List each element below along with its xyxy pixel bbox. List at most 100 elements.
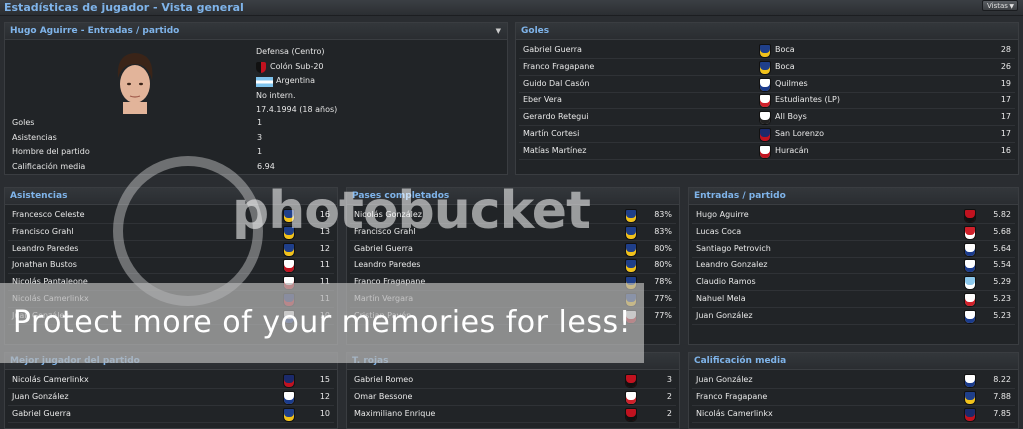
player-name[interactable]: Nicolás Camerlinkx xyxy=(696,406,773,422)
player-name[interactable]: Omar Bessone xyxy=(354,389,412,405)
player-name[interactable]: Nicolás González xyxy=(354,207,422,223)
player-name[interactable]: Eber Vera xyxy=(523,92,562,108)
stat-value: 26 xyxy=(1000,61,1011,71)
player-name[interactable]: Gerardo Retegui xyxy=(523,109,589,125)
player-name[interactable]: Juan González xyxy=(696,372,753,388)
player-name[interactable]: Franco Fragapane xyxy=(696,389,767,405)
table-row[interactable]: Martín Cortesi San Lorenzo 17 xyxy=(519,126,1015,143)
table-row[interactable]: Omar Bessone 2 xyxy=(350,389,676,406)
team-name[interactable]: Boca xyxy=(775,42,795,58)
stat-value: 2 xyxy=(666,391,672,401)
stat-value: 83% xyxy=(654,210,672,219)
stat-value: 12 xyxy=(319,391,330,401)
table-row[interactable]: Maximiliano Enrique 2 xyxy=(350,406,676,423)
stat-value: 28 xyxy=(1000,45,1011,54)
player-stat-row: Calificación media 6.94 xyxy=(8,160,308,175)
table-row[interactable]: Francisco Grahl 83% xyxy=(350,224,676,241)
player-name[interactable]: Claudio Ramos xyxy=(696,274,756,290)
boca-crest-icon xyxy=(964,390,976,405)
player-nationality[interactable]: Argentina xyxy=(256,74,337,89)
assists-panel-title: Asistencias xyxy=(5,188,337,205)
player-name[interactable]: Francesco Celeste xyxy=(12,207,84,223)
player-name[interactable]: Lucas Coca xyxy=(696,224,741,240)
player-name[interactable]: Gabriel Guerra xyxy=(523,42,582,58)
table-row[interactable]: Leandro Gonzalez 5.54 xyxy=(692,257,1015,275)
table-row[interactable]: Nicolás Camerlinkx 7.85 xyxy=(692,406,1015,423)
player-name[interactable]: Jonathan Bustos xyxy=(12,257,77,273)
table-row[interactable]: Gabriel Guerra 10 xyxy=(8,406,334,423)
player-name[interactable]: Martín Cortesi xyxy=(523,126,579,142)
team-name[interactable]: Quilmes xyxy=(775,76,808,92)
player-position: Defensa (Centro) xyxy=(256,47,325,56)
table-row[interactable]: Nicolás González 83% xyxy=(350,207,676,224)
table-row[interactable]: Gabriel Romeo 3 xyxy=(350,372,676,389)
table-row[interactable]: Matías Martínez Huracán 16 xyxy=(519,143,1015,160)
team-name[interactable]: Boca xyxy=(775,59,795,75)
player-name[interactable]: Juan González xyxy=(12,389,69,405)
stat-label: Hombre del partido xyxy=(12,147,90,156)
table-row[interactable]: Franco Fragapane 7.88 xyxy=(692,389,1015,406)
stat-value: 77% xyxy=(654,294,672,303)
player-name[interactable]: Santiago Petrovich xyxy=(696,241,771,257)
player-name[interactable]: Leandro Paredes xyxy=(354,257,420,273)
player-name[interactable]: Guido Dal Casón xyxy=(523,76,589,92)
table-row[interactable]: Jonathan Bustos 11 xyxy=(8,257,334,275)
table-row[interactable]: Gabriel Guerra Boca 28 xyxy=(519,42,1015,59)
player-name[interactable]: Francisco Grahl xyxy=(354,224,416,240)
stat-value: 17 xyxy=(1000,129,1011,138)
top-bar: Estadísticas de jugador - Vista general … xyxy=(0,0,1023,16)
velez-crest-icon xyxy=(964,374,976,388)
table-row[interactable]: Franco Fragapane Boca 26 xyxy=(519,59,1015,76)
table-row[interactable]: Santiago Petrovich 5.64 xyxy=(692,241,1015,258)
stat-value: 5.23 xyxy=(993,310,1011,320)
player-name[interactable]: Gabriel Romeo xyxy=(354,372,413,388)
table-row[interactable]: Lucas Coca 5.68 xyxy=(692,224,1015,241)
table-row[interactable]: Gabriel Guerra 80% xyxy=(350,241,676,258)
player-name[interactable]: Franco Fragapane xyxy=(523,59,594,75)
player-name[interactable]: Nahuel Mela xyxy=(696,291,746,307)
sanlorenzo-crest-icon xyxy=(759,128,771,142)
player-name[interactable]: Leandro Gonzalez xyxy=(696,257,767,273)
table-row[interactable]: Guido Dal Casón Quilmes 19 xyxy=(519,76,1015,93)
team-name[interactable]: San Lorenzo xyxy=(775,126,824,142)
table-row[interactable]: Eber Vera Estudiantes (LP) 17 xyxy=(519,92,1015,110)
table-row[interactable]: Claudio Ramos 5.29 xyxy=(692,274,1015,292)
stat-value: 80% xyxy=(654,243,672,253)
player-club[interactable]: Colón Sub-20 xyxy=(256,60,337,75)
views-dropdown[interactable]: Vistas ▼ xyxy=(982,0,1018,11)
player-name[interactable]: Juan González xyxy=(696,308,753,324)
panel-menu-icon[interactable]: ▼ xyxy=(496,23,501,39)
table-row[interactable]: Nicolás Camerlinkx 15 xyxy=(8,372,334,389)
table-row[interactable]: Leandro Paredes 12 xyxy=(8,241,334,258)
table-row[interactable]: Juan González 8.22 xyxy=(692,372,1015,389)
player-name[interactable]: Matías Martínez xyxy=(523,143,586,159)
stat-value: 5.29 xyxy=(993,277,1011,287)
table-row[interactable]: Francesco Celeste 16 xyxy=(8,207,334,224)
table-row[interactable]: Hugo Aguirre 5.82 xyxy=(692,207,1015,224)
player-name[interactable]: Leandro Paredes xyxy=(12,241,78,257)
tackles-panel: Entradas / partido Hugo Aguirre 5.82 Lucas… xyxy=(688,187,1019,345)
player-name[interactable]: Maximiliano Enrique xyxy=(354,406,435,422)
boca-crest-icon xyxy=(283,225,295,240)
stat-value: 77% xyxy=(654,310,672,320)
team-name[interactable]: Estudiantes (LP) xyxy=(775,92,840,108)
table-row[interactable]: Francisco Grahl 13 xyxy=(8,224,334,241)
goals-panel: Goles Gabriel Guerra Boca 28 Franco Fragapa… xyxy=(515,22,1019,175)
table-row[interactable]: Leandro Paredes 80% xyxy=(350,257,676,275)
player-name[interactable]: Hugo Aguirre xyxy=(696,207,749,223)
boca-crest-icon xyxy=(625,259,637,274)
player-name[interactable]: Francisco Grahl xyxy=(12,224,74,240)
table-row[interactable]: Gerardo Retegui All Boys 17 xyxy=(519,109,1015,127)
team-name[interactable]: Huracán xyxy=(775,143,809,159)
table-row[interactable]: Juan González 5.23 xyxy=(692,308,1015,325)
table-row[interactable]: Juan González 12 xyxy=(8,389,334,406)
stat-value: 2 xyxy=(666,408,672,418)
table-row[interactable]: Nahuel Mela 5.23 xyxy=(692,291,1015,308)
passes-panel-title: Pases completados xyxy=(347,188,679,205)
team-name[interactable]: All Boys xyxy=(775,109,807,125)
river-crest-icon xyxy=(625,390,637,405)
boca-crest-icon xyxy=(283,407,295,422)
player-name[interactable]: Gabriel Guerra xyxy=(12,406,71,422)
player-name[interactable]: Gabriel Guerra xyxy=(354,241,413,257)
player-name[interactable]: Nicolás Camerlinkx xyxy=(12,372,89,388)
